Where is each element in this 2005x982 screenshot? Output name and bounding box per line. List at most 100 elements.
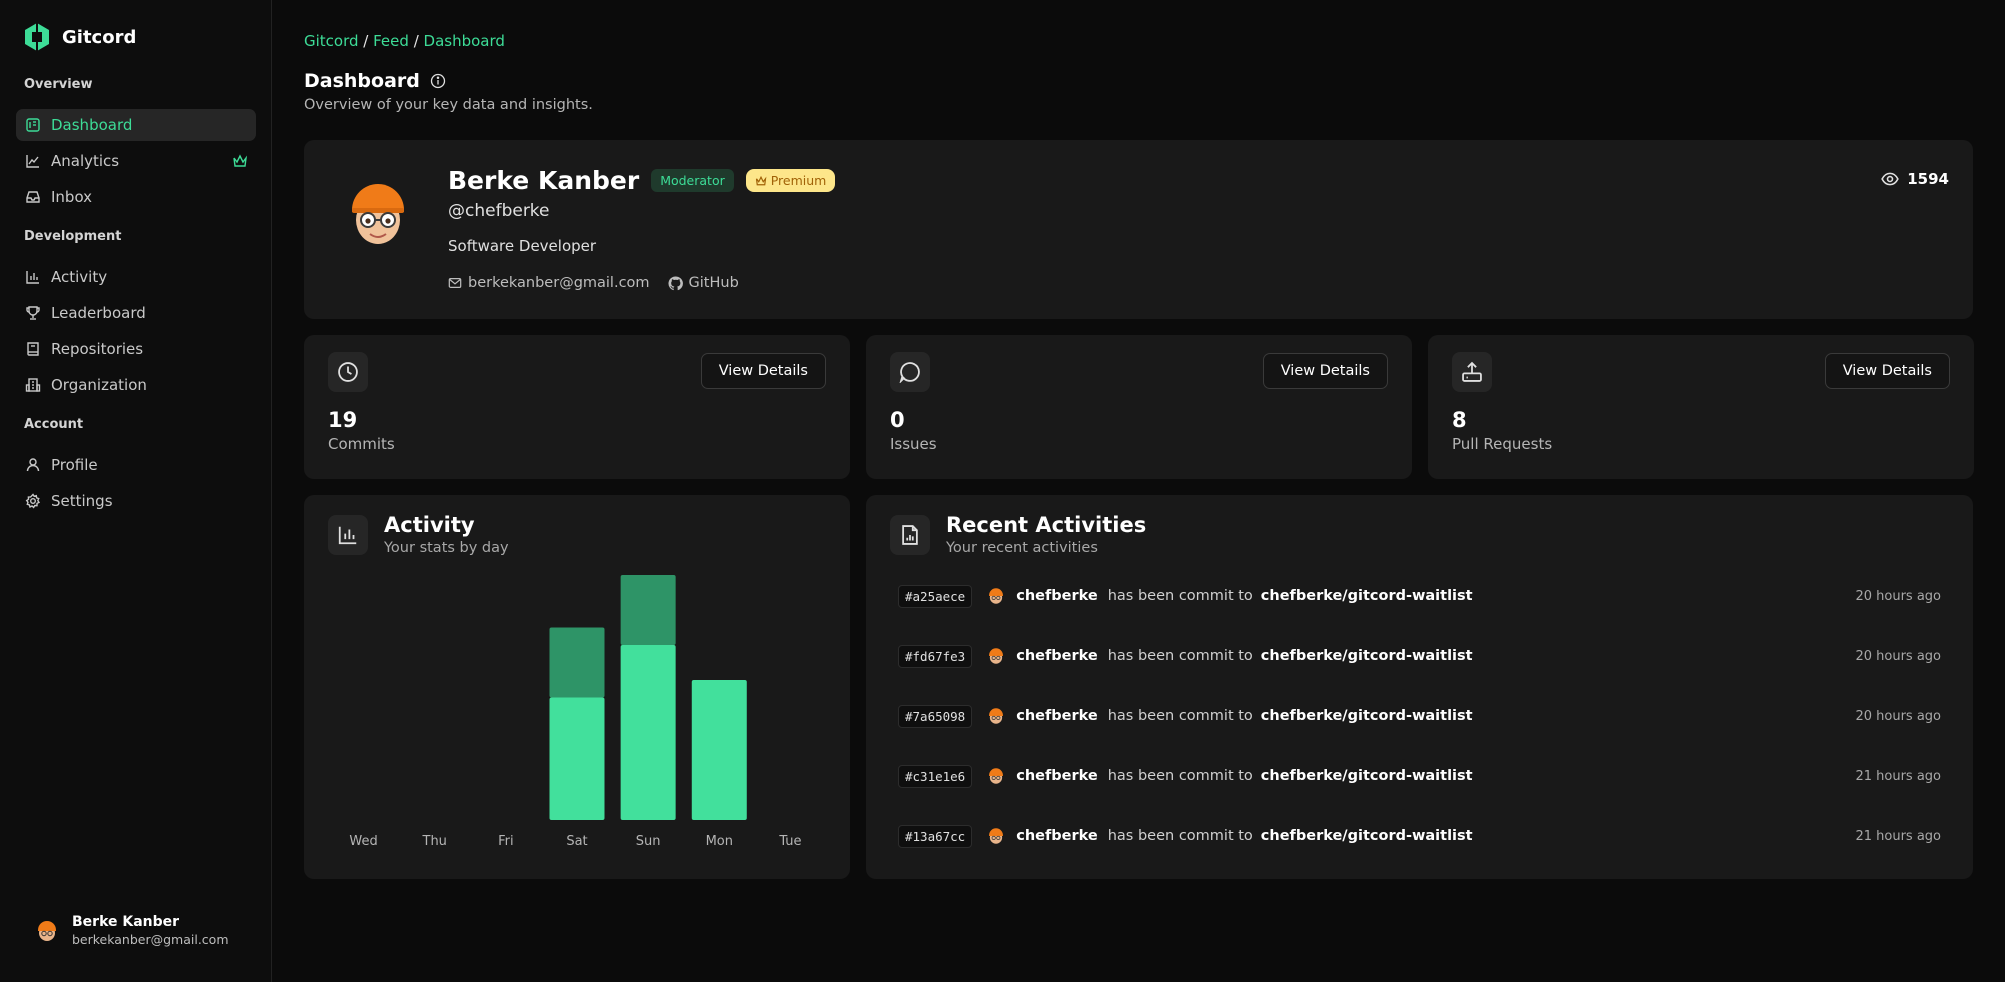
activity-user[interactable]: chefberke [1016,708,1098,724]
commit-hash[interactable]: #13a67cc [898,824,973,848]
view-details-button[interactable]: View Details [1824,353,1950,389]
stat-card-pull-requests: View Details 8 Pull Requests [1428,335,1974,479]
breadcrumb-item-feed[interactable]: Feed [373,32,409,50]
stat-icon-box [1452,352,1492,392]
commit-hash[interactable]: #c31e1e6 [898,764,973,788]
sidebar-item-label: Analytics [51,152,120,170]
list-item[interactable]: #a25aece chefberke has been commit to chefb… [898,584,1941,608]
activity-time: 20 hours ago [1855,648,1941,664]
activity-user[interactable]: chefberke [1016,588,1098,604]
stat-value: 19 [328,408,358,432]
recent-icon-box [890,515,930,555]
activity-repo[interactable]: chefberke/gitcord-waitlist [1261,828,1473,844]
activity-repo[interactable]: chefberke/gitcord-waitlist [1261,768,1473,784]
breadcrumb-item-gitcord[interactable]: Gitcord [304,32,359,50]
sidebar-item-activity[interactable]: Activity [16,261,256,293]
bar-chart-icon [26,271,39,284]
sidebar-item-label: Activity [51,268,108,286]
x-tick-label: Wed [349,834,377,849]
github-icon [668,275,683,290]
sidebar-user[interactable]: Berke Kanber berkekanber@gmail.com [34,914,229,947]
list-item[interactable]: #13a67cc chefberke has been commit to chefb… [898,824,1941,848]
activity-time: 21 hours ago [1855,768,1941,784]
trophy-icon [26,306,40,320]
profile-title: Software Developer [448,237,597,255]
sidebar-item-label: Settings [51,492,113,510]
view-details-button[interactable]: View Details [1262,353,1388,389]
bar-sat-series-1[interactable] [549,627,605,698]
commit-hash[interactable]: #7a65098 [898,704,973,728]
premium-badge: Premium [745,169,836,192]
gitcord-logo-icon [25,23,49,51]
file-chart-icon [902,525,918,545]
commit-hash[interactable]: #fd67fe3 [898,644,973,668]
section-title-account: Account [24,417,84,432]
activity-user[interactable]: chefberke [1016,828,1098,844]
stat-value: 8 [1452,408,1467,432]
sidebar-item-organization[interactable]: Organization [16,369,256,401]
profile-links: berkekanber@gmail.com GitHub [448,275,739,291]
stat-value: 0 [890,408,905,432]
avatar [989,708,1004,724]
bar-sun-series-0[interactable] [620,645,676,820]
info-icon[interactable] [430,73,446,89]
bar-sun-series-1[interactable] [620,575,676,645]
activity-action: has been commit to [1107,768,1253,784]
profile-github-link[interactable]: GitHub [668,275,739,291]
profile-email-link[interactable]: berkekanber@gmail.com [448,275,650,291]
activity-action: has been commit to [1107,708,1253,724]
bar-sat-series-0[interactable] [549,697,605,821]
crown-icon [755,175,767,185]
activity-time: 20 hours ago [1855,588,1941,604]
activity-user[interactable]: chefberke [1016,768,1098,784]
list-item[interactable]: #c31e1e6 chefberke has been commit to chefb… [898,764,1941,788]
x-tick-label: Mon [706,834,733,849]
crown-icon [233,154,248,167]
view-details-button[interactable]: View Details [700,353,826,389]
activity-repo[interactable]: chefberke/gitcord-waitlist [1261,708,1473,724]
message-circle-icon [899,362,920,383]
sidebar-item-analytics[interactable]: Analytics [16,145,256,177]
sidebar-user-email: berkekanber@gmail.com [72,932,229,947]
avatar [989,588,1004,604]
stat-icon-box [890,352,930,392]
moderator-badge: Moderator [651,169,734,192]
inbox-icon [26,191,40,203]
stat-label: Commits [328,435,395,453]
sidebar-item-leaderboard[interactable]: Leaderboard [16,297,256,329]
bar-mon-series-0[interactable] [691,680,747,820]
profile-name: Berke Kanber [448,166,640,195]
brand-name: Gitcord [62,26,137,48]
profile-name-row: Berke Kanber Moderator Premium [448,166,836,195]
sidebar-item-profile[interactable]: Profile [16,449,256,481]
sidebar-item-dashboard[interactable]: Dashboard [16,109,256,141]
sidebar-item-label: Leaderboard [51,304,146,322]
commit-hash[interactable]: #a25aece [898,584,973,608]
user-icon [26,458,40,472]
sidebar-item-label: Inbox [51,188,93,206]
profile-email: berkekanber@gmail.com [468,275,650,291]
sidebar-item-inbox[interactable]: Inbox [16,181,256,213]
activity-user[interactable]: chefberke [1016,648,1098,664]
stat-card-commits: View Details 19 Commits [304,335,850,479]
avatar [989,768,1004,784]
stat-icon-box [328,352,368,392]
x-tick-label: Sun [636,834,661,849]
activity-chart: Wed Thu Fri Sat Sun Mon Tue [349,575,802,849]
recent-activities-card: Recent Activities Your recent activities… [866,495,1973,879]
profile-views-count: 1594 [1907,170,1949,188]
sidebar-item-label: Organization [51,376,147,394]
activity-repo[interactable]: chefberke/gitcord-waitlist [1261,648,1473,664]
activity-repo[interactable]: chefberke/gitcord-waitlist [1261,588,1473,604]
sidebar-item-settings[interactable]: Settings [16,485,256,517]
sidebar-item-repositories[interactable]: Repositories [16,333,256,365]
gear-icon [25,493,41,509]
clock-icon [338,362,358,382]
list-item[interactable]: #fd67fe3 chefberke has been commit to chefb… [898,644,1941,668]
avatar [352,184,404,244]
list-item[interactable]: #7a65098 chefberke has been commit to chefb… [898,704,1941,728]
breadcrumb-item-dashboard[interactable]: Dashboard [424,32,505,50]
activity-action: has been commit to [1107,648,1253,664]
dashboard-icon [26,118,40,132]
brand[interactable]: Gitcord [22,22,136,52]
